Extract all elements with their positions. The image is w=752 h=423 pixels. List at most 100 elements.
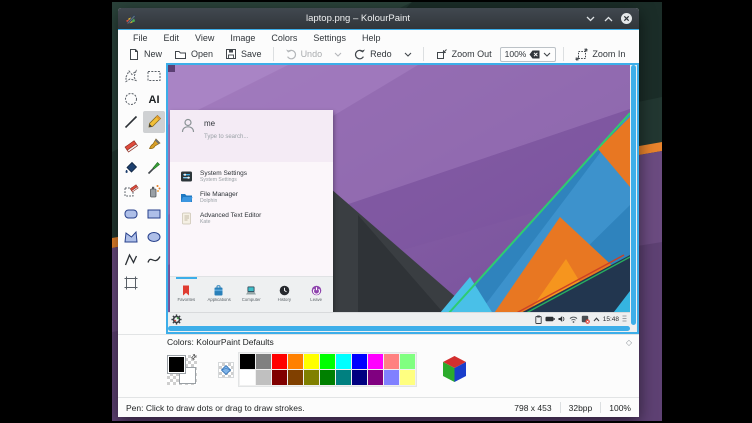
kolourpaint-app-icon xyxy=(124,12,137,25)
tool-rectangular-selection[interactable] xyxy=(143,65,165,87)
save-button[interactable]: Save xyxy=(221,47,266,61)
palette-color-cell[interactable] xyxy=(368,370,383,385)
tool-line[interactable] xyxy=(120,111,142,133)
menu-help[interactable]: Help xyxy=(355,32,388,44)
undo-dropdown[interactable] xyxy=(330,51,346,58)
launcher-tab-favorites: Favorites xyxy=(170,277,203,312)
main-toolbar: New Open Save Undo Redo Zoom Out xyxy=(118,45,639,63)
menu-settings[interactable]: Settings xyxy=(306,32,353,44)
tool-pen[interactable] xyxy=(143,111,165,133)
palette-color-cell[interactable] xyxy=(400,370,415,385)
launcher-user-name: me xyxy=(204,119,248,128)
color-eraser-icon xyxy=(123,183,139,199)
menu-view[interactable]: View xyxy=(188,32,221,44)
palette-color-cell[interactable] xyxy=(288,370,303,385)
palette-color-cell[interactable] xyxy=(256,354,271,369)
palette-color-cell[interactable] xyxy=(304,354,319,369)
palette-color-cell[interactable] xyxy=(336,370,351,385)
tool-flood-fill[interactable] xyxy=(120,157,142,179)
wifi-icon xyxy=(569,316,578,323)
tool-free-form-selection[interactable] xyxy=(120,65,142,87)
vertical-scrollbar[interactable] xyxy=(630,65,637,325)
palette-color-cell[interactable] xyxy=(400,354,415,369)
redo-button[interactable]: Redo xyxy=(350,47,396,61)
tool-connected-lines[interactable] xyxy=(120,249,142,271)
tool-zoom[interactable] xyxy=(120,272,142,294)
tool-color-picker[interactable] xyxy=(143,157,165,179)
launcher-search-placeholder: Type to search... xyxy=(204,134,248,140)
zoom-combobox[interactable]: 100% xyxy=(500,47,557,62)
undo-button[interactable]: Undo xyxy=(281,47,327,61)
battery-icon xyxy=(545,316,555,322)
zoom-out-button[interactable]: Zoom Out xyxy=(431,47,496,62)
image-launcher-menu: me Type to search... System SettingsSyst… xyxy=(170,110,333,312)
menu-image[interactable]: Image xyxy=(223,32,262,44)
menu-edit[interactable]: Edit xyxy=(157,32,187,44)
menu-file[interactable]: File xyxy=(126,32,155,44)
palette-color-cell[interactable] xyxy=(368,354,383,369)
palette-color-cell[interactable] xyxy=(272,354,287,369)
tool-spraycan[interactable] xyxy=(143,180,165,202)
kolourpaint-window: laptop.png – KolourPaint File Edit View … xyxy=(118,8,639,417)
titlebar[interactable]: laptop.png – KolourPaint xyxy=(118,8,639,30)
tool-polygon[interactable] xyxy=(120,226,142,248)
launcher-app-list: System SettingsSystem Settings File Mana… xyxy=(170,162,333,276)
tool-text[interactable]: AI xyxy=(143,88,165,110)
status-separator xyxy=(560,402,561,413)
toolbar-separator xyxy=(273,47,274,61)
transparent-color-cell[interactable] xyxy=(218,362,234,378)
tool-curve[interactable] xyxy=(143,249,165,271)
horizontal-scrollbar-slider[interactable] xyxy=(168,326,630,331)
swap-colors-icon[interactable]: ⇄ xyxy=(189,352,199,362)
horizontal-scrollbar[interactable] xyxy=(168,325,630,332)
chevron-down-icon xyxy=(404,52,412,57)
status-color-depth: 32bpp xyxy=(569,403,593,413)
canvas-image[interactable]: me Type to search... System SettingsSyst… xyxy=(168,65,630,325)
palette-color-cell[interactable] xyxy=(240,370,255,385)
minimize-button[interactable] xyxy=(583,12,597,26)
text-editor-icon xyxy=(180,212,193,225)
palette-color-cell[interactable] xyxy=(272,370,287,385)
palette-color-cell[interactable] xyxy=(320,354,335,369)
system-settings-icon xyxy=(180,170,193,183)
tool-color-eraser[interactable] xyxy=(120,180,142,202)
open-button[interactable]: Open xyxy=(170,48,217,61)
user-avatar-icon xyxy=(180,117,196,134)
palette-color-cell[interactable] xyxy=(336,354,351,369)
tool-rounded-rectangle[interactable] xyxy=(120,203,142,225)
foreground-color-swatch[interactable] xyxy=(168,356,185,373)
palette-color-cell[interactable] xyxy=(384,370,399,385)
computer-laptop-icon xyxy=(245,285,257,296)
new-button[interactable]: New xyxy=(124,47,166,62)
history-clock-icon xyxy=(279,285,290,296)
palette-color-cell[interactable] xyxy=(384,354,399,369)
menu-colors[interactable]: Colors xyxy=(264,32,304,44)
palette-color-cell[interactable] xyxy=(352,370,367,385)
colors-collapse-icon[interactable]: ◇ xyxy=(626,338,632,347)
redo-dropdown[interactable] xyxy=(400,51,416,58)
tool-eraser[interactable] xyxy=(120,134,142,156)
palette-color-cell[interactable] xyxy=(256,370,271,385)
tool-brush[interactable] xyxy=(143,134,165,156)
vertical-scrollbar-slider[interactable] xyxy=(631,65,636,325)
color-palette xyxy=(238,352,417,387)
colors-toolbar-title: Colors: KolourPaint Defaults xyxy=(167,337,633,347)
palette-color-cell[interactable] xyxy=(304,370,319,385)
device-notifier-icon xyxy=(581,315,590,324)
palette-color-cell[interactable] xyxy=(352,354,367,369)
tool-ellipse[interactable] xyxy=(143,226,165,248)
maximize-button[interactable] xyxy=(601,12,615,26)
foreground-background-swatch[interactable]: ⇄ xyxy=(167,355,197,385)
palette-color-cell[interactable] xyxy=(288,354,303,369)
tool-rectangle[interactable] xyxy=(143,203,165,225)
brush-tool-icon xyxy=(146,137,162,153)
color-similarity-cube-icon[interactable] xyxy=(441,355,468,384)
zoom-in-button[interactable]: Zoom In xyxy=(571,47,629,62)
palette-color-cell[interactable] xyxy=(240,354,255,369)
menubar: File Edit View Image Colors Settings Hel… xyxy=(118,30,639,45)
tool-elliptical-selection[interactable] xyxy=(120,88,142,110)
palette-color-cell[interactable] xyxy=(320,370,335,385)
leave-power-icon xyxy=(311,285,322,296)
close-button[interactable] xyxy=(619,12,633,26)
zoom-tool-icon xyxy=(123,275,139,291)
